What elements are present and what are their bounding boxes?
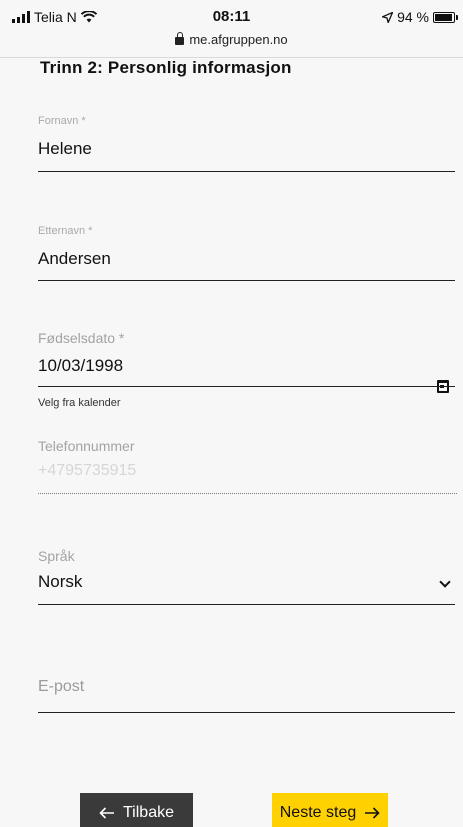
status-bar: Telia N 08:11 94 % me.afgruppen.no xyxy=(0,0,463,58)
page-title: Trinn 2: Personlig informasjon xyxy=(40,58,292,77)
url-bar[interactable]: me.afgruppen.no xyxy=(0,32,463,47)
battery-icon xyxy=(433,11,458,23)
calendar-hint: Velg fra kalender xyxy=(38,397,121,409)
phone-underline xyxy=(38,493,457,494)
email-input[interactable]: E-post xyxy=(38,678,455,696)
birth-date-input[interactable]: 10/03/1998 xyxy=(38,356,455,376)
form-page: Trinn 2: Personlig informasjon Fornavn *… xyxy=(0,58,463,827)
first-name-field[interactable]: Fornavn * Helene xyxy=(38,115,455,173)
lock-icon xyxy=(175,32,185,45)
language-underline xyxy=(38,604,455,605)
arrow-left-icon xyxy=(99,807,114,819)
back-button[interactable]: Tilbake xyxy=(80,793,193,827)
battery-info: 94 % xyxy=(382,9,458,25)
last-name-field[interactable]: Etternavn * Andersen xyxy=(38,225,455,283)
birth-date-underline xyxy=(38,386,455,387)
location-arrow-icon xyxy=(382,11,394,23)
email-underline xyxy=(38,712,455,713)
birth-date-field[interactable]: Fødselsdato * 10/03/1998 Velg fra kalend… xyxy=(38,330,455,420)
email-field[interactable]: E-post xyxy=(38,678,455,718)
last-name-label: Etternavn * xyxy=(38,225,93,237)
language-select[interactable]: Norsk xyxy=(38,572,455,592)
phone-label: Telefonnummer xyxy=(38,438,135,454)
last-name-input[interactable]: Andersen xyxy=(38,249,455,269)
language-label: Språk xyxy=(38,548,75,564)
last-name-underline xyxy=(38,280,455,281)
phone-input[interactable]: +4795735915 xyxy=(38,462,455,480)
url-text: me.afgruppen.no xyxy=(189,32,288,47)
next-step-button-label: Neste steg xyxy=(279,804,357,821)
first-name-underline xyxy=(38,171,455,172)
language-field[interactable]: Språk Norsk xyxy=(38,548,455,608)
battery-percent: 94 % xyxy=(397,9,429,25)
first-name-input[interactable]: Helene xyxy=(38,139,455,159)
phone-field[interactable]: Telefonnummer +4795735915 xyxy=(38,438,457,498)
next-step-button[interactable]: Neste steg xyxy=(272,793,388,827)
arrow-right-icon xyxy=(365,807,380,819)
back-button-label: Tilbake xyxy=(123,804,174,821)
first-name-label: Fornavn * xyxy=(38,115,86,127)
birth-date-label: Fødselsdato * xyxy=(38,330,125,346)
